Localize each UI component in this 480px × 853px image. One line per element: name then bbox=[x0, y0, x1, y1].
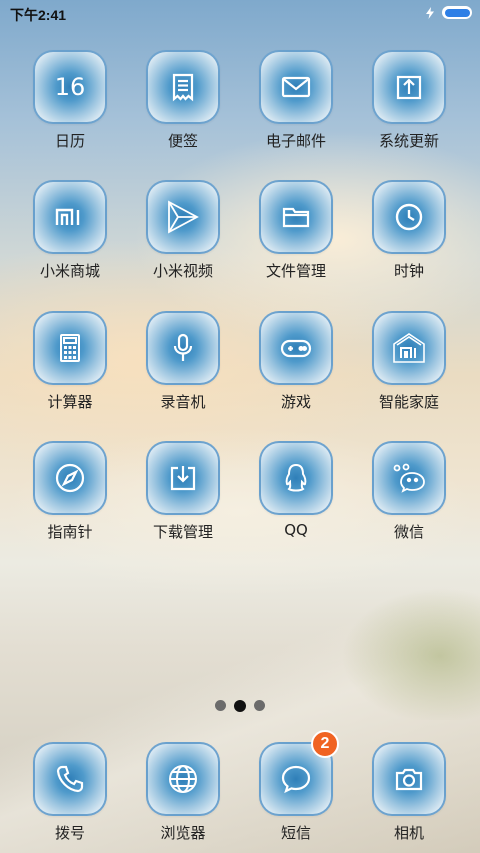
app-notes[interactable]: 便签 bbox=[128, 50, 238, 151]
compass-icon bbox=[55, 463, 85, 493]
gamepad-icon bbox=[280, 339, 312, 358]
app-mi-store[interactable]: 小米商城 bbox=[15, 180, 125, 281]
microphone-icon bbox=[173, 333, 193, 361]
app-tile[interactable] bbox=[372, 180, 446, 254]
app-tile[interactable] bbox=[146, 441, 220, 515]
app-label: 文件管理 bbox=[265, 262, 326, 280]
app-tile[interactable] bbox=[259, 50, 333, 124]
app-label: 计算器 bbox=[47, 393, 93, 411]
app-tile[interactable] bbox=[146, 50, 220, 124]
wechat-icon bbox=[393, 463, 425, 493]
app-tile[interactable] bbox=[259, 311, 333, 385]
app-tile[interactable] bbox=[33, 180, 107, 254]
app-tile[interactable] bbox=[146, 311, 220, 385]
qq-icon bbox=[285, 463, 307, 492]
page-dot-active[interactable] bbox=[234, 700, 246, 712]
calendar-icon: 16 bbox=[54, 73, 86, 101]
app-tile[interactable] bbox=[146, 180, 220, 254]
app-tile[interactable] bbox=[146, 742, 220, 816]
app-games[interactable]: 游戏 bbox=[241, 311, 351, 412]
dock-app-phone[interactable]: 拨号 bbox=[15, 742, 125, 843]
app-calendar[interactable]: 16 日历 bbox=[15, 50, 125, 151]
app-tile[interactable] bbox=[33, 742, 107, 816]
app-label: 录音机 bbox=[160, 393, 206, 411]
app-label: QQ bbox=[284, 521, 308, 539]
app-tile[interactable] bbox=[259, 180, 333, 254]
app-tile[interactable] bbox=[33, 311, 107, 385]
unread-badge: 2 bbox=[311, 730, 339, 758]
app-tile[interactable] bbox=[372, 742, 446, 816]
browser-icon bbox=[169, 765, 197, 793]
app-label: 拨号 bbox=[54, 824, 85, 842]
app-file-manager[interactable]: 文件管理 bbox=[241, 180, 351, 281]
dock: 拨号 浏览器 2 短信 相机 bbox=[0, 730, 480, 853]
app-label: 电子邮件 bbox=[265, 132, 326, 150]
app-download-manager[interactable]: 下载管理 bbox=[128, 441, 238, 542]
app-label: 日历 bbox=[54, 132, 85, 150]
smart-home-icon bbox=[393, 333, 425, 363]
app-label: 系统更新 bbox=[378, 132, 439, 150]
app-label: 小米视频 bbox=[152, 262, 213, 280]
app-tile[interactable] bbox=[372, 441, 446, 515]
wallpaper-grass bbox=[280, 560, 480, 720]
app-mi-video[interactable]: 小米视频 bbox=[128, 180, 238, 281]
app-tile[interactable] bbox=[33, 441, 107, 515]
app-tile[interactable]: 2 bbox=[259, 730, 339, 816]
calculator-icon bbox=[60, 334, 80, 362]
app-label: 智能家庭 bbox=[378, 393, 439, 411]
app-label: 短信 bbox=[280, 824, 311, 842]
page-indicator[interactable] bbox=[0, 700, 480, 712]
video-icon bbox=[168, 200, 199, 234]
download-icon bbox=[170, 466, 196, 491]
app-calculator[interactable]: 计算器 bbox=[15, 311, 125, 412]
app-system-update[interactable]: 系统更新 bbox=[354, 50, 464, 151]
mail-icon bbox=[281, 76, 311, 98]
app-label: 游戏 bbox=[280, 393, 311, 411]
app-compass[interactable]: 指南针 bbox=[15, 441, 125, 542]
notes-icon bbox=[172, 73, 194, 102]
app-label: 下载管理 bbox=[152, 523, 213, 541]
app-clock[interactable]: 时钟 bbox=[354, 180, 464, 281]
app-tile[interactable] bbox=[372, 311, 446, 385]
app-label: 小米商城 bbox=[39, 262, 100, 280]
app-label: 便签 bbox=[167, 132, 198, 150]
dock-app-messages[interactable]: 2 短信 bbox=[241, 730, 351, 843]
app-tile[interactable]: 16 bbox=[33, 50, 107, 124]
app-recorder[interactable]: 录音机 bbox=[128, 311, 238, 412]
app-label: 相机 bbox=[393, 824, 424, 842]
dock-app-browser[interactable]: 浏览器 bbox=[128, 742, 238, 843]
phone-icon bbox=[56, 765, 84, 793]
app-tile[interactable] bbox=[372, 50, 446, 124]
dock-app-camera[interactable]: 相机 bbox=[354, 742, 464, 843]
app-label: 浏览器 bbox=[160, 824, 206, 842]
app-qq[interactable]: QQ bbox=[241, 441, 351, 539]
app-label: 时钟 bbox=[393, 262, 424, 280]
app-smart-home[interactable]: 智能家庭 bbox=[354, 311, 464, 412]
app-label: 指南针 bbox=[47, 523, 93, 541]
page-dot[interactable] bbox=[254, 700, 265, 711]
home-app-grid: 16 日历 便签 电子邮件 系统更新 小米商城 小米视频 文件管理 时钟 计算器… bbox=[0, 0, 480, 560]
folder-icon bbox=[282, 207, 310, 228]
update-icon bbox=[396, 75, 422, 100]
app-tile[interactable] bbox=[259, 441, 333, 515]
app-label: 微信 bbox=[393, 523, 424, 541]
app-mail[interactable]: 电子邮件 bbox=[241, 50, 351, 151]
app-wechat[interactable]: 微信 bbox=[354, 441, 464, 542]
mi-store-icon bbox=[55, 208, 80, 225]
clock-icon bbox=[395, 203, 423, 231]
camera-icon bbox=[395, 768, 423, 791]
message-icon bbox=[281, 765, 311, 794]
page-dot[interactable] bbox=[215, 700, 226, 711]
